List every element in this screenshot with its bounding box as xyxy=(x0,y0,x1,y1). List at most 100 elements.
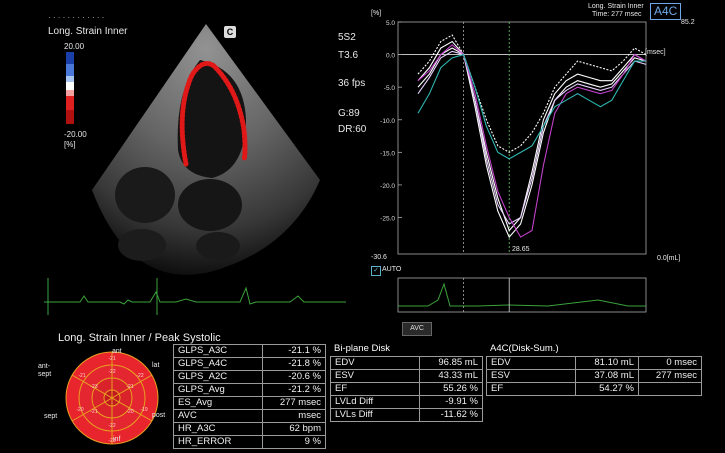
strain-curve-graph[interactable]: 5.0 0.0 -5.0 -10.0 -15.0 -20.0 -25.0 xyxy=(368,0,698,318)
scale-min: -20.00 xyxy=(64,130,87,139)
auto-checkbox[interactable]: ✓ xyxy=(371,266,381,276)
metric-value: 96.85 mL xyxy=(419,356,483,370)
biplane-table: EDV 96.85 mL ESV 43.33 mL EF 55.26 % LVLd Diff… xyxy=(330,356,483,422)
scale-unit: [%] xyxy=(64,140,76,149)
gls-row: HR_A3C 62 bpm xyxy=(173,422,326,436)
metric-value: -21.2 % xyxy=(262,383,326,397)
y-max-label: 85.2 xyxy=(681,19,695,26)
svg-text:-22: -22 xyxy=(108,369,115,375)
metric-value: -9.91 % xyxy=(419,395,483,409)
metric-value: msec xyxy=(262,409,326,423)
bullseye-label-sept: sept xyxy=(44,413,58,420)
volume-ecg-trace xyxy=(398,282,646,307)
fps-label: 36 fps xyxy=(338,78,366,89)
orientation-mark: C xyxy=(224,26,236,38)
metric-value: 0 msec xyxy=(638,356,702,370)
a4c-row: EDV 81.10 mL 0 msec xyxy=(486,356,702,370)
biplane-row: EF 55.26 % xyxy=(330,382,483,396)
image-panel[interactable]: · · · · · · · · · · · · Long. Strain Inn… xyxy=(0,0,367,330)
biplane-row: ESV 43.33 mL xyxy=(330,369,483,383)
gls-row: ES_Avg 277 msec xyxy=(173,396,326,410)
strain-series-5 xyxy=(417,44,647,238)
bullseye-label-antsept: ant- sept xyxy=(38,363,52,378)
svg-text:-21: -21 xyxy=(108,356,115,362)
metric-value: -21.1 % xyxy=(262,344,326,358)
metric-value: 81.10 mL xyxy=(575,356,639,370)
metric-label: EDV xyxy=(486,356,576,370)
metric-label: GLPS_A2C xyxy=(173,370,263,384)
y-tick-label: -5.0 xyxy=(384,85,396,92)
y-tick-label: -25.0 xyxy=(380,216,395,223)
metric-value: 55.26 % xyxy=(419,382,483,396)
metric-label: ESV xyxy=(330,369,420,383)
metric-value: 277 msec xyxy=(262,396,326,410)
metric-label: HR_A3C xyxy=(173,422,263,436)
y-tick-label: -10.0 xyxy=(380,118,395,125)
y-unit: [%] xyxy=(371,10,382,17)
bullseye-label-inf: inf xyxy=(113,436,121,443)
bullseye-label-ant: ant xyxy=(112,348,122,355)
biplane-row: LVLd Diff -9.91 % xyxy=(330,395,483,409)
min-label: -30.6 xyxy=(371,254,387,261)
gls-row: GLPS_A2C -20.6 % xyxy=(173,370,326,384)
svg-text:-20: -20 xyxy=(126,409,133,415)
svg-text:-20: -20 xyxy=(76,407,83,413)
metric-label: ES_Avg xyxy=(173,396,263,410)
peak-label: 28.65 xyxy=(512,246,530,253)
svg-text:-19: -19 xyxy=(140,407,147,413)
y-tick-label: 5.0 xyxy=(386,20,395,27)
metric-value: -20.6 % xyxy=(262,370,326,384)
metric-label: GLPS_A4C xyxy=(173,357,263,371)
mode-label: Long. Strain Inner xyxy=(48,26,128,37)
metric-value: 43.33 mL xyxy=(419,369,483,383)
a4c-row: ESV 37.08 mL 277 msec xyxy=(486,369,702,383)
biplane-row: EDV 96.85 mL xyxy=(330,356,483,370)
metric-value: -11.62 % xyxy=(419,408,483,422)
metric-value: 62 bpm xyxy=(262,422,326,436)
ultrasound-image[interactable]: · · · · · · · · · · · · xyxy=(0,0,365,330)
metric-label: EF xyxy=(330,382,420,396)
svg-text:· · · · · · · ·: · · · · · · · · · · · · xyxy=(48,13,104,22)
ecg-trace xyxy=(44,286,346,305)
metric-label: EF xyxy=(486,382,576,396)
avc-button[interactable]: AVC xyxy=(402,322,432,336)
auto-label: AUTO xyxy=(382,266,402,273)
svg-text:-21: -21 xyxy=(78,373,85,379)
biplane-row: LVLs Diff -11.62 % xyxy=(330,408,483,422)
gls-row: HR_ERROR 9 % xyxy=(173,435,326,449)
metric-value: 37.08 mL xyxy=(575,369,639,383)
svg-text:-21: -21 xyxy=(90,409,97,415)
volume-frame xyxy=(397,277,647,313)
gls-row: GLPS_A4C -21.8 % xyxy=(173,357,326,371)
metric-value: -21.8 % xyxy=(262,357,326,371)
scale-max: 20.00 xyxy=(64,42,85,51)
gls-row: GLPS_A3C -21.1 % xyxy=(173,344,326,358)
tissue-label: T3.6 xyxy=(338,50,359,61)
strain-series-6 xyxy=(417,53,646,160)
metric-value: 277 msec xyxy=(638,369,702,383)
biplane-title: Bi-plane Disk xyxy=(334,343,390,354)
y-tick-label: -15.0 xyxy=(380,150,395,157)
a4c-table: EDV 81.10 mL 0 msec ESV 37.08 mL 277 msec EF 54… xyxy=(486,356,702,396)
metric-label: LVLs Diff xyxy=(330,408,420,422)
a4c-row: EF 54.27 % xyxy=(486,382,702,396)
gain-label: G:89 xyxy=(338,108,360,119)
bottom-unit: 0.0[mL] xyxy=(657,255,681,262)
metric-value: 9 % xyxy=(262,435,326,449)
metric-value xyxy=(638,382,702,396)
metric-value: 54.27 % xyxy=(575,382,639,396)
svg-text:-23: -23 xyxy=(90,384,97,390)
dynamic-range-label: DR:60 xyxy=(338,124,367,135)
svg-text:-21: -21 xyxy=(126,384,133,390)
metric-label: LVLd Diff xyxy=(330,395,420,409)
strain-series-3 xyxy=(417,47,647,239)
a4c-title: A4C(Disk-Sum.) xyxy=(490,343,559,354)
gls-row: AVC msec xyxy=(173,409,326,423)
metric-label: HR_ERROR xyxy=(173,435,263,449)
strain-series-4 xyxy=(417,50,647,225)
svg-text:-22: -22 xyxy=(108,423,115,429)
bullseye-label-lat: lat xyxy=(152,362,160,369)
y-tick-label: 0.0 xyxy=(386,53,395,60)
bullseye-label-post: post xyxy=(152,412,166,419)
gls-row: GLPS_Avg -21.2 % xyxy=(173,383,326,397)
